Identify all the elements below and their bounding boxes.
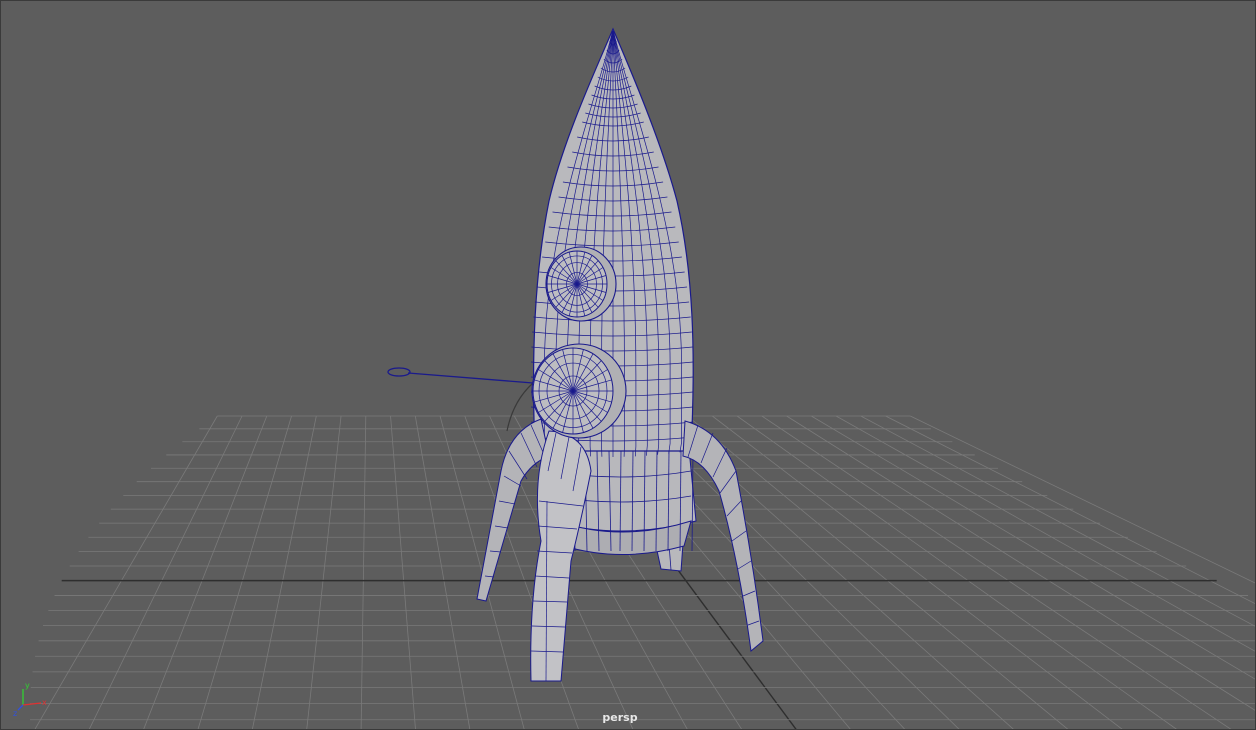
grid-line — [885, 415, 1255, 604]
grid-line — [252, 415, 317, 729]
rocket-fin-front[interactable] — [530, 430, 592, 682]
camera-label: persp — [602, 711, 638, 724]
porthole-upper[interactable] — [545, 246, 617, 322]
grid-line — [34, 415, 218, 729]
grid-line — [143, 415, 268, 729]
grid-line — [761, 415, 1232, 729]
rocket-fin-right[interactable] — [682, 420, 764, 652]
grid-line — [712, 415, 1123, 729]
locator[interactable] — [387, 367, 534, 432]
grid-line — [88, 415, 243, 729]
axis-y-label: y — [25, 681, 30, 690]
skirt-edge — [691, 450, 694, 552]
grid-line — [835, 415, 1255, 652]
grid-line — [414, 415, 471, 729]
porthole-lower[interactable] — [531, 343, 627, 439]
grid-line — [306, 415, 342, 729]
perspective-viewport[interactable]: y x z persp — [0, 0, 1256, 730]
scene-canvas[interactable] — [1, 1, 1256, 730]
grid-line — [390, 415, 416, 729]
grid-line — [197, 415, 292, 729]
grid-line — [360, 415, 367, 729]
grid-line — [786, 415, 1255, 711]
axis-x-label: x — [42, 698, 47, 707]
